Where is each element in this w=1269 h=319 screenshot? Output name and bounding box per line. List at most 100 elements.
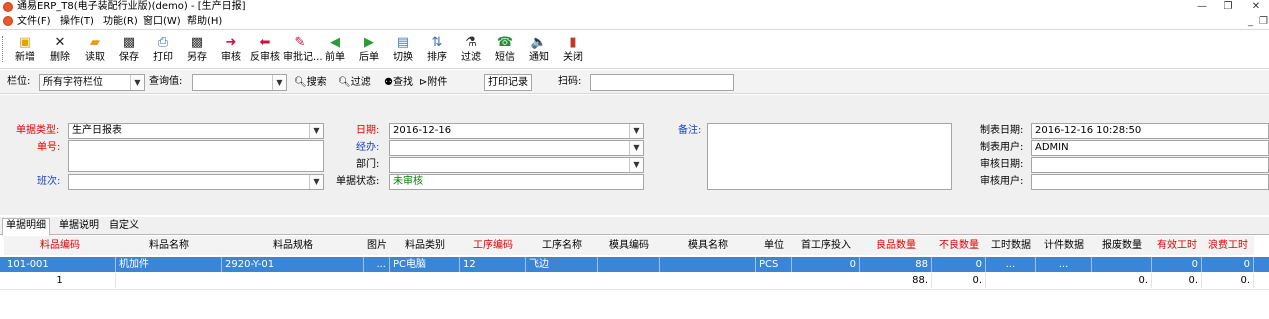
attachment-button[interactable]: ⊳附件 (415, 74, 451, 91)
chevron-down-icon[interactable]: ▼ (130, 75, 144, 90)
cell-scrap-qty[interactable] (1092, 257, 1152, 272)
cell-bad-qty[interactable]: 0 (932, 257, 986, 272)
col-header-bad-qty[interactable]: 不良数量 (932, 236, 986, 255)
cell-waste-hours[interactable]: 0 (1202, 257, 1254, 272)
tab-description[interactable]: 单据说明 (56, 219, 102, 235)
menu-function[interactable]: 功能(R) (103, 15, 138, 28)
tab-custom[interactable]: 自定义 (106, 219, 142, 235)
toolbar-button-notify-speaker[interactable]: 🔈 通知 (522, 33, 556, 67)
cell-image-browse[interactable]: ... (364, 257, 390, 272)
toolbar-button-sms[interactable]: ☎ 短信 (488, 33, 522, 67)
toolbar-button-unapprove-arrow[interactable]: ⬅ 反审核 (248, 33, 282, 67)
find-button[interactable]: ⚉查找 (380, 74, 417, 91)
chevron-down-icon[interactable]: ▼ (309, 124, 323, 138)
toolbar-button-save-as[interactable]: ▩ 另存 (180, 33, 214, 67)
toolbar-button-approval-record[interactable]: ✎ 审批记... (283, 33, 323, 67)
toolbar-button-new[interactable]: ▣ 新增 (8, 33, 42, 67)
mdi-restore-button[interactable]: ❐ (1259, 16, 1268, 27)
cell-category[interactable]: PC电脑 (390, 257, 460, 272)
col-header-image[interactable]: 图片 (364, 236, 390, 255)
toolbar-button-label: 打印 (153, 52, 173, 63)
filter-button[interactable]: 🔍︎过滤 (334, 74, 375, 91)
menu-help[interactable]: 帮助(H) (187, 15, 222, 28)
col-header-valid-hours[interactable]: 有效工时 (1152, 236, 1202, 255)
doc-type-select[interactable]: 生产日报表 ▼ (68, 123, 324, 139)
col-header-hours-data[interactable]: 工时数据 (986, 236, 1036, 255)
cell-hours-data[interactable]: ... (986, 257, 1036, 272)
col-header-item-spec[interactable]: 料品规格 (222, 236, 364, 255)
col-header-scrap-qty[interactable]: 报废数量 (1092, 236, 1152, 255)
cell-piece-data[interactable]: ... (1036, 257, 1092, 272)
doc-type-value: 生产日报表 (72, 125, 122, 136)
cell-mold-code[interactable] (598, 257, 660, 272)
created-date-label: 制表日期: (980, 125, 1024, 136)
app-menu-icon[interactable] (3, 16, 13, 26)
toolbar-button-sort[interactable]: ⇅ 排序 (420, 33, 454, 67)
cell-proc-name[interactable]: 飞边 (526, 257, 598, 272)
mdi-minimize-button[interactable]: _ (1248, 16, 1253, 27)
cell-good-qty[interactable]: 88 (860, 257, 932, 272)
menu-file[interactable]: 文件(F) (17, 15, 51, 28)
tab-details[interactable]: 单据明细 (2, 218, 50, 236)
scan-input[interactable] (590, 74, 734, 91)
cell-mold-name[interactable] (660, 257, 756, 272)
toolbar-button-printer[interactable]: ⎙ 打印 (146, 33, 180, 67)
toolbar-button-filter[interactable]: ⚗ 过滤 (454, 33, 488, 67)
col-header-first-input[interactable]: 首工序投入 (792, 236, 860, 255)
toolbar-button-save[interactable]: ▩ 保存 (112, 33, 146, 67)
toolbar-button-approve-arrow[interactable]: ➜ 审核 (214, 33, 248, 67)
remark-textarea[interactable] (707, 123, 952, 190)
menu-operation[interactable]: 操作(T) (60, 15, 94, 28)
cell-item-name[interactable]: 机加件 (116, 257, 222, 272)
close-door-icon: ▮ (569, 35, 577, 50)
chevron-down-icon[interactable]: ▼ (629, 158, 643, 172)
cell-item-spec[interactable]: 2920-Y-01 (222, 257, 364, 272)
col-header-mold-code[interactable]: 模具编码 (598, 236, 660, 255)
chevron-down-icon[interactable]: ▼ (629, 141, 643, 155)
toolbar-button-close-door[interactable]: ▮ 关闭 (556, 33, 590, 67)
close-window-button[interactable]: ✕ (1242, 0, 1269, 14)
col-header-proc-code[interactable]: 工序编码 (460, 236, 526, 255)
remark-label: 备注: (678, 125, 702, 136)
col-header-piece-data[interactable]: 计件数据 (1036, 236, 1092, 255)
toolbar-grip[interactable] (2, 36, 5, 62)
cell-valid-hours[interactable]: 0 (1152, 257, 1202, 272)
review-date-label: 审核日期: (980, 159, 1024, 170)
toolbar-button-open-folder[interactable]: ▰ 读取 (78, 33, 112, 67)
chevron-down-icon[interactable]: ▼ (272, 75, 286, 90)
toolbar-button-label: 审批记... (283, 52, 323, 63)
col-header-waste-hours[interactable]: 浪费工时 (1202, 236, 1254, 255)
shift-select[interactable]: ▼ (68, 174, 324, 190)
col-header-good-qty[interactable]: 良品数量 (860, 236, 932, 255)
dept-select[interactable]: ▼ (389, 157, 644, 173)
toolbar-button-switch[interactable]: ▤ 切换 (386, 33, 420, 67)
handler-label: 经办: (356, 142, 380, 153)
col-header-item-code[interactable]: 料品编码 (4, 236, 116, 255)
toolbar-button-previous[interactable]: ◀ 前单 (318, 33, 352, 67)
cell-first-input[interactable]: 0 (792, 257, 860, 272)
toolbar-button-next[interactable]: ▶ 后单 (352, 33, 386, 67)
handler-select[interactable]: ▼ (389, 140, 644, 156)
col-header-mold-name[interactable]: 模具名称 (660, 236, 756, 255)
toolbar-button-delete[interactable]: ✕ 删除 (43, 33, 77, 67)
cell-item-code[interactable]: 101-001 (4, 257, 116, 272)
col-header-category[interactable]: 料品类别 (390, 236, 460, 255)
column-select[interactable]: 所有字符栏位 ▼ (39, 74, 145, 91)
print-log-button[interactable]: 打印记录 (484, 74, 532, 91)
restore-button[interactable]: ❐ (1214, 0, 1242, 14)
col-header-proc-name[interactable]: 工序名称 (526, 236, 598, 255)
doc-no-field[interactable] (68, 140, 324, 172)
summary-good-qty: 88. (860, 273, 932, 288)
query-input[interactable]: ▼ (192, 74, 287, 91)
menu-window[interactable]: 窗口(W) (143, 15, 181, 28)
search-button[interactable]: 🔍︎搜索 (290, 74, 331, 91)
chevron-down-icon[interactable]: ▼ (629, 124, 643, 138)
table-row[interactable]: 101-001 机加件 2920-Y-01 ... PC电脑 12 飞边 PCS… (0, 257, 1269, 272)
chevron-down-icon[interactable]: ▼ (309, 175, 323, 189)
col-header-unit[interactable]: 单位 (756, 236, 792, 255)
cell-unit[interactable]: PCS (756, 257, 792, 272)
date-picker[interactable]: 2016-12-16 ▼ (389, 123, 644, 139)
col-header-item-name[interactable]: 料品名称 (116, 236, 222, 255)
cell-proc-code[interactable]: 12 (460, 257, 526, 272)
minimize-button[interactable]: — (1188, 0, 1216, 14)
